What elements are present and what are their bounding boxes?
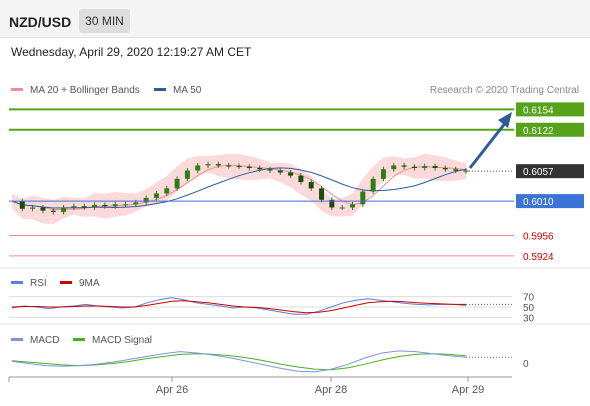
candle-body: [112, 204, 118, 207]
legend-label: MA 20 + Bollinger Bands: [30, 85, 140, 96]
candle-body: [81, 206, 87, 208]
credit-text: Research © 2020 Trading Central: [430, 85, 579, 96]
candle-body: [50, 210, 56, 212]
rsi-level-label: 30: [523, 313, 535, 324]
legend-swatch: [154, 88, 166, 91]
candle-body: [71, 206, 77, 208]
legend-label: 9MA: [79, 278, 100, 289]
candle-body: [257, 167, 263, 170]
candle-body: [401, 165, 407, 167]
candle-body: [391, 165, 397, 170]
candle-body: [123, 204, 128, 206]
price-tag-label: 0.6154: [523, 105, 554, 116]
x-tick-label: Apr 26: [156, 384, 188, 396]
price-tag-label: 0.6122: [523, 126, 554, 137]
forecast-arrow-head: [498, 112, 512, 128]
candle-body: [30, 207, 36, 209]
legend-label: MACD: [30, 335, 59, 346]
candle-body: [339, 207, 345, 209]
candle-body: [267, 169, 273, 171]
rsi-level-label: 70: [523, 293, 535, 304]
candle-body: [215, 164, 221, 166]
candle-body: [92, 204, 98, 208]
candle-body: [360, 191, 366, 205]
candle-body: [226, 165, 232, 167]
candle-body: [19, 201, 25, 209]
candle-body: [205, 164, 211, 166]
candle-body: [164, 188, 170, 194]
candle-body: [298, 175, 304, 182]
x-tick-label: Apr 29: [452, 384, 484, 396]
candle-body: [102, 204, 108, 207]
legend-swatch: [73, 338, 85, 341]
candle-body: [143, 197, 149, 203]
legend-swatch: [11, 281, 23, 284]
candle-body: [277, 170, 283, 173]
legend-label: RSI: [30, 278, 47, 289]
candle-body: [236, 166, 242, 168]
candle-body: [174, 178, 180, 189]
candle-body: [184, 170, 190, 179]
price-tag-label: 0.6057: [523, 167, 554, 178]
macd-zero-label: 0: [523, 359, 529, 370]
price-level-label: 0.5924: [523, 252, 554, 263]
macd-line: [11, 350, 467, 373]
candle-body: [288, 172, 294, 176]
candle-body: [133, 202, 139, 205]
candle-body: [195, 165, 201, 171]
rsi-level-label: 50: [523, 303, 535, 314]
candle-body: [422, 166, 428, 168]
candle-body: [370, 178, 376, 192]
chart-widget: NZD/USD 30 MIN Wednesday, April 29, 2020…: [0, 0, 590, 406]
candle-body: [153, 193, 159, 198]
price-tag-label: 0.6010: [523, 197, 554, 208]
candle-body: [453, 169, 459, 171]
candle-body: [380, 169, 386, 179]
candle-body: [61, 207, 67, 212]
candle-body: [350, 204, 355, 208]
candle-body: [442, 167, 448, 170]
candle-body: [432, 166, 438, 168]
macd-signal-line: [11, 353, 467, 371]
legend-swatch: [11, 88, 23, 91]
candle-body: [411, 166, 417, 168]
legend-swatch: [11, 338, 23, 341]
candle-body: [40, 207, 46, 211]
legend-swatch: [60, 281, 72, 284]
price-level-label: 0.5956: [523, 232, 554, 243]
candle-body: [246, 166, 252, 168]
candle-body: [319, 188, 325, 200]
legend-label: MA 50: [173, 85, 202, 96]
chart-canvas: 0.6154 0.6122 0.6057 0.6010 0.5956 0.5924 705…: [0, 85, 590, 396]
candle-body: [308, 182, 314, 189]
legend-label: MACD Signal: [92, 335, 152, 346]
x-tick-label: Apr 28: [315, 384, 347, 396]
